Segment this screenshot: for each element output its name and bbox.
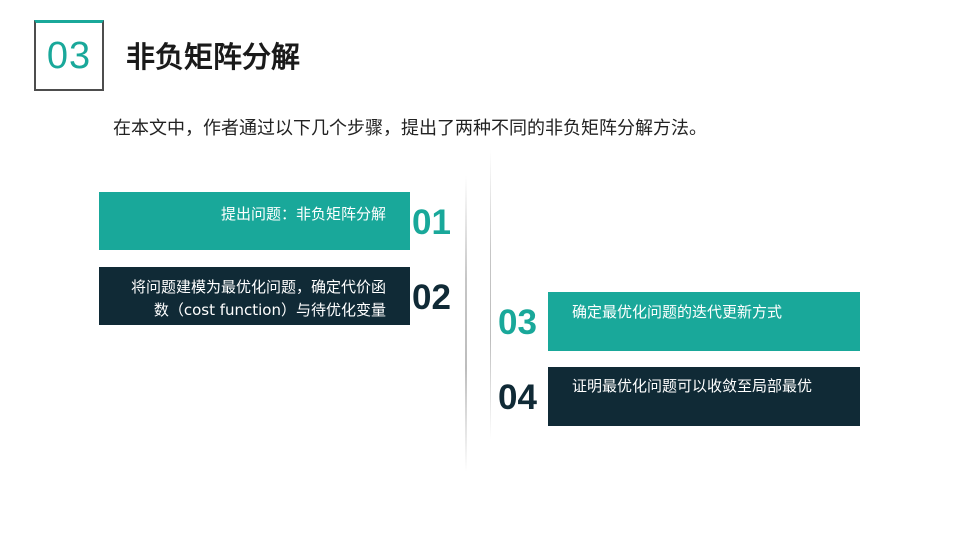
- step-box-2: 将问题建模为最优化问题，确定代价函数（cost function）与待优化变量: [99, 267, 410, 325]
- section-number: 03: [46, 34, 92, 77]
- slide-title: 非负矩阵分解: [126, 40, 301, 74]
- step-text-4: 证明最优化问题可以收敛至局部最优: [572, 377, 813, 395]
- slide: 03 非负矩阵分解 在本文中，作者通过以下几个步骤，提出了两种不同的非负矩阵分解…: [0, 0, 960, 540]
- step-box-4: 证明最优化问题可以收敛至局部最优: [548, 367, 860, 426]
- step-number-1: 01: [412, 203, 451, 242]
- intro-text: 在本文中，作者通过以下几个步骤，提出了两种不同的非负矩阵分解方法。: [113, 118, 707, 139]
- step-text-1: 提出问题：非负矩阵分解: [220, 205, 386, 223]
- step-text-2: 将问题建模为最优化问题，确定代价函数（cost function）与待优化变量: [130, 278, 386, 319]
- step-box-1: 提出问题：非负矩阵分解: [99, 192, 410, 250]
- vertical-divider-left: [465, 176, 467, 472]
- section-number-box: 03: [34, 20, 104, 91]
- step-box-3: 确定最优化问题的迭代更新方式: [548, 292, 860, 351]
- vertical-divider-right: [490, 150, 491, 440]
- step-text-3: 确定最优化问题的迭代更新方式: [572, 303, 783, 321]
- step-number-2: 02: [412, 278, 451, 317]
- step-number-3: 03: [498, 303, 537, 342]
- step-number-4: 04: [498, 378, 537, 417]
